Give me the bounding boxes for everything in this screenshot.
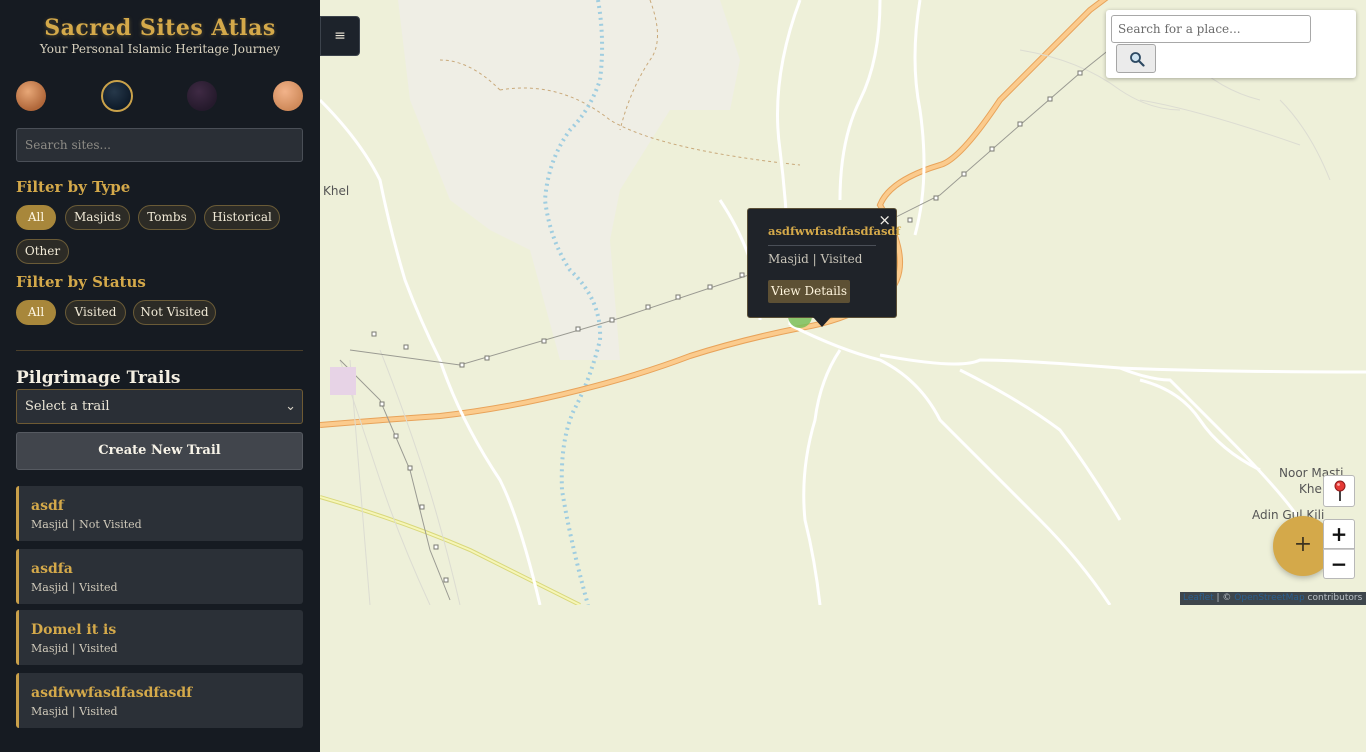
site-name: asdfwwfasdfasdfasdf xyxy=(31,685,193,701)
hamburger-icon: ≡ xyxy=(334,28,346,44)
trail-select[interactable]: Select a trail ⌄ xyxy=(16,389,303,424)
filter-type-historical[interactable]: Historical xyxy=(204,205,280,230)
filter-type-other[interactable]: Other xyxy=(16,239,69,264)
popup-tip xyxy=(813,317,831,327)
filter-status-label: Filter by Status xyxy=(16,273,146,291)
popup-divider xyxy=(768,245,876,246)
search-icon xyxy=(1130,52,1145,67)
place-search-input[interactable] xyxy=(1111,15,1311,43)
sidebar-divider xyxy=(16,350,303,351)
app-subtitle: Your Personal Islamic Heritage Journey xyxy=(39,42,281,56)
site-card[interactable]: asdfwwfasdfasdfasdf Masjid | Visited xyxy=(16,673,303,728)
theme-switcher xyxy=(16,80,303,113)
secondary-road xyxy=(320,495,581,605)
map-place-label: Khel xyxy=(1299,482,1326,496)
popup-meta: Masjid | Visited xyxy=(768,252,863,266)
locate-pin-button[interactable] xyxy=(1323,475,1355,507)
create-trail-button[interactable]: Create New Trail xyxy=(16,432,303,470)
popup-title: asdfwwfasdfasdfasdf xyxy=(768,224,901,238)
site-card[interactable]: asdf Masjid | Not Visited xyxy=(16,486,303,541)
map-pin-icon xyxy=(1334,480,1346,501)
trails-heading: Pilgrimage Trails xyxy=(16,368,181,388)
place-search-panel xyxy=(1106,10,1356,78)
view-details-button[interactable]: View Details xyxy=(768,280,850,303)
site-card[interactable]: Domel it is Masjid | Visited xyxy=(16,610,303,665)
attribution-contributors: contributors xyxy=(1304,593,1363,603)
attribution-separator: | © xyxy=(1213,593,1235,603)
landuse-area xyxy=(398,0,740,360)
landuse-patch xyxy=(330,367,356,395)
filter-type-label: Filter by Type xyxy=(16,178,131,196)
site-meta: Masjid | Not Visited xyxy=(31,518,142,531)
secondary-road-inner xyxy=(320,496,581,605)
map-place-label: Khel xyxy=(323,184,350,198)
search-sites-input[interactable] xyxy=(16,128,303,162)
site-popup: × asdfwwfasdfasdfasdf Masjid | Visited V… xyxy=(747,208,901,318)
filter-status-visited[interactable]: Visited xyxy=(65,300,126,325)
chevron-down-icon: ⌄ xyxy=(285,399,296,414)
site-name: Domel it is xyxy=(31,622,117,638)
filter-type-all[interactable]: All xyxy=(16,205,56,230)
leaflet-link[interactable]: Leaflet xyxy=(1183,593,1214,603)
site-card[interactable]: asdfa Masjid | Visited xyxy=(16,549,303,604)
map-attribution: Leaflet | © OpenStreetMap contributors xyxy=(1180,592,1366,605)
menu-toggle-button[interactable]: ≡ xyxy=(320,16,360,56)
theme-plum-button[interactable] xyxy=(187,81,217,111)
place-search-button[interactable] xyxy=(1116,44,1156,73)
osm-link[interactable]: OpenStreetMap xyxy=(1234,593,1304,603)
filter-status-not-visited[interactable]: Not Visited xyxy=(133,300,216,325)
theme-midnight-button[interactable] xyxy=(101,80,133,112)
trail-select-value: Select a trail xyxy=(25,399,110,414)
filter-type-masjids[interactable]: Masjids xyxy=(65,205,130,230)
filter-status-all[interactable]: All xyxy=(16,300,56,325)
theme-copper-button[interactable] xyxy=(16,81,46,111)
zoom-out-button[interactable]: − xyxy=(1323,549,1355,579)
site-name: asdfa xyxy=(31,561,73,577)
site-meta: Masjid | Visited xyxy=(31,705,118,718)
theme-peach-button[interactable] xyxy=(273,81,303,111)
map-empty-area xyxy=(320,605,1366,752)
site-name: asdf xyxy=(31,498,64,514)
filter-type-tombs[interactable]: Tombs xyxy=(138,205,196,230)
zoom-in-button[interactable]: + xyxy=(1323,519,1355,549)
site-meta: Masjid | Visited xyxy=(31,642,118,655)
app-title: Sacred Sites Atlas xyxy=(44,15,276,41)
sidebar: Sacred Sites Atlas Your Personal Islamic… xyxy=(0,0,320,752)
site-meta: Masjid | Visited xyxy=(31,581,118,594)
